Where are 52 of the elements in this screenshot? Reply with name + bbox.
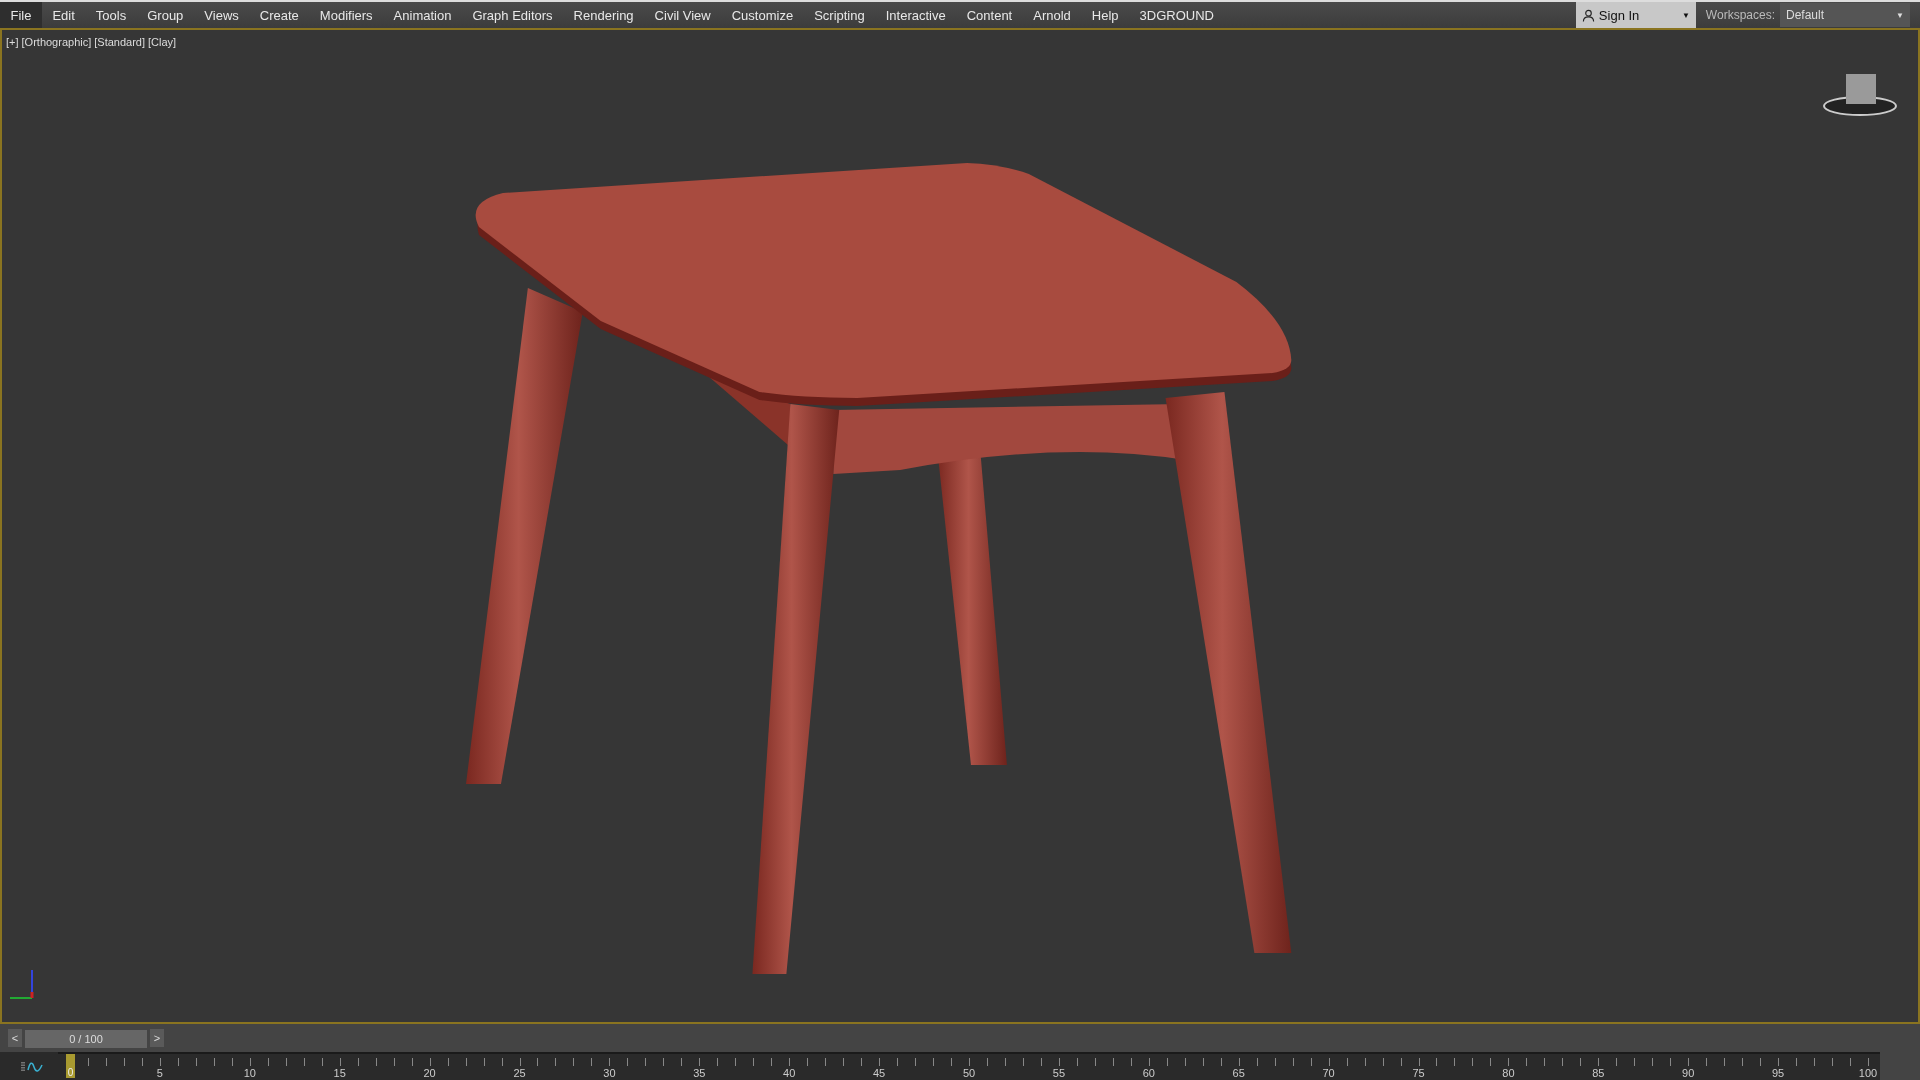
frame-number: 75 [1412, 1067, 1425, 1079]
frame-number: 70 [1322, 1067, 1335, 1079]
menu-item[interactable]: Content [956, 2, 1023, 28]
frame-number: 45 [872, 1067, 886, 1079]
menu-item[interactable]: Animation [383, 2, 462, 28]
menu-item[interactable]: Tools [85, 2, 137, 28]
frame-number: 85 [1592, 1067, 1605, 1079]
frame-number: 25 [513, 1067, 526, 1079]
frame-number: 30 [603, 1067, 616, 1079]
frame-number: 80 [1502, 1067, 1515, 1079]
menu-item[interactable]: Group [136, 2, 194, 28]
viewport-label[interactable]: [Standard] [94, 36, 145, 48]
frame-number: 40 [783, 1067, 796, 1079]
menu-item[interactable]: Civil View [644, 2, 722, 28]
viewport[interactable]: [+] [Orthographic] [Standard] [Clay] [0, 30, 1920, 1024]
viewport-label[interactable]: [Clay] [148, 36, 177, 48]
viewport-label[interactable]: [+] [6, 36, 19, 48]
curve-editor-icon[interactable] [20, 1060, 44, 1074]
frame-number: 95 [1771, 1067, 1785, 1079]
menu-item[interactable]: Help [1081, 2, 1130, 28]
frame-number: 60 [1142, 1067, 1155, 1079]
frame-number: 10 [243, 1067, 256, 1079]
frame-number: 90 [1682, 1067, 1695, 1079]
menu-item[interactable]: 3DGROUND [1129, 2, 1225, 28]
sign-in-dropdown[interactable]: Sign In ▼ [1575, 2, 1696, 28]
menu-item[interactable]: Modifiers [309, 2, 384, 28]
track-bar[interactable]: 0 5 10 15 20 25 30 35 40 45 50 55 60 65 70 75 80 85 90 95 100 [58, 1052, 1880, 1080]
menu-item[interactable]: Customize [721, 2, 804, 28]
frame-number: 100 [1858, 1067, 1878, 1079]
menu-item[interactable]: Rendering [563, 2, 645, 28]
frame-number: 50 [962, 1067, 976, 1079]
previous-frame-button[interactable]: < [8, 1029, 22, 1047]
viewport-label[interactable]: [Orthographic] [21, 36, 92, 48]
frame-number: 65 [1232, 1067, 1245, 1079]
frame-number: 20 [423, 1067, 436, 1079]
frame-number: 5 [156, 1067, 163, 1079]
next-frame-button[interactable]: > [150, 1029, 164, 1047]
time-slider-thumb[interactable]: 0 / 100 [25, 1029, 147, 1048]
user-icon [1581, 8, 1595, 22]
menu-item[interactable]: Views [193, 2, 250, 28]
menu-item[interactable]: File [0, 2, 42, 28]
menu-item[interactable]: Edit [41, 2, 86, 28]
frame-number: 35 [693, 1067, 706, 1079]
frame-number: 15 [333, 1067, 346, 1079]
menu-item[interactable]: Scripting [803, 2, 876, 28]
menu-item[interactable]: Arnold [1022, 2, 1082, 28]
menu-item[interactable]: Graph Editors [461, 2, 564, 28]
menu-item[interactable]: Interactive [875, 2, 957, 28]
workspaces-label: Workspaces: [1705, 8, 1775, 22]
menu-item[interactable]: Create [249, 2, 310, 28]
workspaces-dropdown[interactable]: Default ▼ [1780, 3, 1910, 27]
frame-number: 55 [1052, 1067, 1065, 1079]
